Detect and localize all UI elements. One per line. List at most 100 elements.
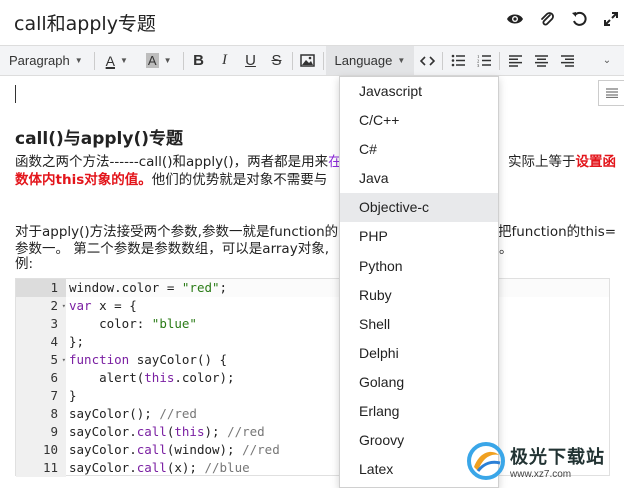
code-line[interactable]: 3 color: "blue" xyxy=(16,315,609,333)
text-run: 参数一。 第二个参数是参数数组，可以是array对象, xyxy=(15,241,329,257)
code-token: this xyxy=(144,370,175,385)
watermark-text: 极光下载站 www.xz7.com xyxy=(510,443,605,480)
code-token: color: xyxy=(69,316,152,331)
code-token: //red xyxy=(242,442,280,457)
more-button[interactable]: ⌄ xyxy=(594,46,620,75)
language-option[interactable]: Javascript xyxy=(340,77,498,106)
line-number: 4 xyxy=(16,333,66,351)
code-line[interactable]: 7} xyxy=(16,387,609,405)
code-token: }; xyxy=(69,334,85,349)
chevron-down-icon: ▼ xyxy=(397,56,406,65)
text-cursor xyxy=(15,85,16,103)
code-line[interactable]: 6 alert(this.color); xyxy=(16,369,609,387)
language-option[interactable]: Golang xyxy=(340,368,498,397)
paragraph-select[interactable]: Paragraph ▼ xyxy=(0,46,92,75)
paragraph-line: 把function的this= xyxy=(498,223,616,241)
paperclip-icon[interactable] xyxy=(538,10,556,28)
editor-content[interactable]: call()与apply()专题 函数之两个方法------call()和app… xyxy=(0,77,624,488)
text-run: 他们的优势就是对象不需要与 xyxy=(151,172,328,188)
background-color-button[interactable]: A ▼ xyxy=(137,46,181,75)
code-token: this xyxy=(174,424,205,439)
language-option[interactable]: Erlang xyxy=(340,397,498,426)
line-number: 10 xyxy=(16,441,66,459)
bullet-list-icon xyxy=(451,54,465,67)
language-option[interactable]: Ruby xyxy=(340,281,498,310)
code-line[interactable]: 5 ▾ function sayColor() { xyxy=(16,351,609,369)
numbered-list-icon: 123 xyxy=(477,54,491,67)
language-option[interactable]: Python xyxy=(340,252,498,281)
code-text: sayColor(); //red xyxy=(66,405,609,423)
text-run-red: 数体内this对象的值。 xyxy=(15,172,152,188)
text-run: 实际上等于 xyxy=(508,154,576,170)
language-option[interactable]: C# xyxy=(340,135,498,164)
line-number: 11 xyxy=(16,459,66,477)
language-option[interactable]: PHP xyxy=(340,222,498,251)
title-bar: call和apply专题 xyxy=(0,0,624,44)
divider xyxy=(291,51,293,70)
code-icon xyxy=(419,55,435,66)
code-button[interactable] xyxy=(414,46,440,75)
code-line[interactable]: 4}; xyxy=(16,333,609,351)
font-color-button[interactable]: A ▼ xyxy=(97,46,137,75)
code-text: }; xyxy=(66,333,609,351)
language-option[interactable]: Delphi xyxy=(340,339,498,368)
code-token: function xyxy=(69,352,130,367)
fullscreen-icon[interactable] xyxy=(602,10,620,28)
numbered-list-button[interactable]: 123 xyxy=(471,46,497,75)
bullet-list-button[interactable] xyxy=(445,46,471,75)
code-token: call xyxy=(136,424,167,439)
outline-toggle-button[interactable] xyxy=(598,80,624,106)
underline-button[interactable]: U xyxy=(238,46,264,75)
line-number: 5 ▾ xyxy=(16,351,66,369)
fold-arrow-icon[interactable]: ▾ xyxy=(62,297,66,315)
code-token: sayColor(); xyxy=(69,406,160,421)
code-text: window.color = "red"; xyxy=(66,279,609,297)
language-option[interactable]: Java xyxy=(340,164,498,193)
code-line[interactable]: 8 sayColor(); //red xyxy=(16,405,609,423)
line-number: 1 xyxy=(16,279,66,297)
text-run: 对于apply()方法接受两个参数,参数一就是function的 xyxy=(15,224,339,240)
code-token: sayColor. xyxy=(69,424,137,439)
fold-arrow-icon[interactable]: ▾ xyxy=(62,351,66,369)
chevron-down-icon: ▼ xyxy=(163,56,172,65)
code-line[interactable]: 1 window.color = "red"; xyxy=(16,279,609,297)
watermark: 极光下载站 www.xz7.com xyxy=(466,434,624,488)
code-token: .color); xyxy=(174,370,235,385)
align-center-button[interactable] xyxy=(528,46,554,75)
code-token: sayColor() { xyxy=(129,352,228,367)
text-run: 函数之两个方法------call()和apply()，两者都是用来 xyxy=(15,154,329,170)
code-token: alert( xyxy=(69,370,145,385)
eye-icon[interactable] xyxy=(506,10,524,28)
code-token: //blue xyxy=(204,460,250,475)
watermark-name: 极光下载站 xyxy=(510,446,605,468)
language-option[interactable]: Objective-c xyxy=(340,193,498,223)
align-right-button[interactable] xyxy=(554,46,580,75)
italic-button[interactable]: I xyxy=(212,46,238,75)
chevron-down-icon: ▼ xyxy=(119,56,128,65)
paragraph-line: 对于apply()方法接受两个参数,参数一就是function的 xyxy=(15,223,338,241)
menu-lines-icon xyxy=(605,88,618,98)
divider xyxy=(182,51,184,70)
language-option[interactable]: C/C++ xyxy=(340,106,498,135)
align-left-button[interactable] xyxy=(502,46,528,75)
font-color-icon: A xyxy=(105,52,115,69)
line-number: 9 xyxy=(16,423,66,441)
code-token: (window); xyxy=(166,442,243,457)
language-dropdown-menu: Javascript C/C++ C# Java Objective-c PHP Pytho… xyxy=(339,76,499,488)
code-text: var x = { xyxy=(66,297,609,315)
code-line[interactable]: 2 ▾ var x = { xyxy=(16,297,609,315)
language-option[interactable]: Shell xyxy=(340,310,498,339)
chevron-down-icon: ▼ xyxy=(74,56,83,65)
image-button[interactable] xyxy=(295,46,321,75)
paragraph-label: Paragraph xyxy=(9,53,70,68)
code-token: var xyxy=(69,298,92,313)
language-label: Language xyxy=(334,53,393,68)
bold-button[interactable]: B xyxy=(186,46,212,75)
code-token: ; xyxy=(219,280,228,295)
strikethrough-button[interactable]: S xyxy=(264,46,290,75)
undo-icon[interactable] xyxy=(570,10,588,28)
language-select[interactable]: Language ▼ xyxy=(325,46,415,75)
line-number: 7 xyxy=(16,387,66,405)
document-title[interactable]: call和apply专题 xyxy=(14,9,156,36)
code-token: call xyxy=(136,460,167,475)
